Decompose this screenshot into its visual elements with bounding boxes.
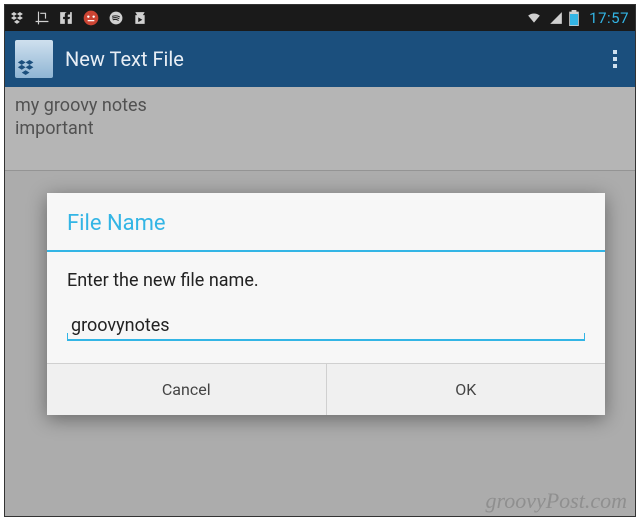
signal-icon — [549, 11, 563, 25]
play-store-icon — [133, 11, 147, 25]
dropbox-icon — [17, 60, 37, 76]
dialog-button-row: Cancel OK — [47, 363, 605, 415]
status-bar: 17:57 — [5, 5, 635, 31]
file-name-dialog: File Name Enter the new file name. Cance… — [47, 193, 605, 415]
file-name-input[interactable] — [67, 309, 585, 341]
overflow-menu-button[interactable] — [605, 50, 625, 68]
battery-icon — [569, 10, 579, 26]
status-right-icons: 17:57 — [525, 9, 629, 27]
cancel-button[interactable]: Cancel — [47, 364, 326, 415]
clock: 17:57 — [589, 9, 629, 27]
device-frame: 17:57 New Text File my groovy notes impo… — [4, 4, 636, 517]
crop-icon — [35, 11, 49, 25]
dialog-message: Enter the new file name. — [47, 252, 605, 299]
dialog-title: File Name — [47, 193, 605, 250]
spotify-icon — [109, 11, 123, 25]
face-icon — [83, 10, 99, 26]
action-bar: New Text File — [5, 31, 635, 87]
dropbox-icon — [11, 11, 25, 25]
ok-button[interactable]: OK — [326, 364, 606, 415]
status-left-icons — [11, 10, 525, 26]
facebook-icon — [59, 11, 73, 25]
wifi-icon — [525, 11, 543, 25]
page-title: New Text File — [65, 47, 605, 71]
app-icon[interactable] — [15, 40, 53, 78]
